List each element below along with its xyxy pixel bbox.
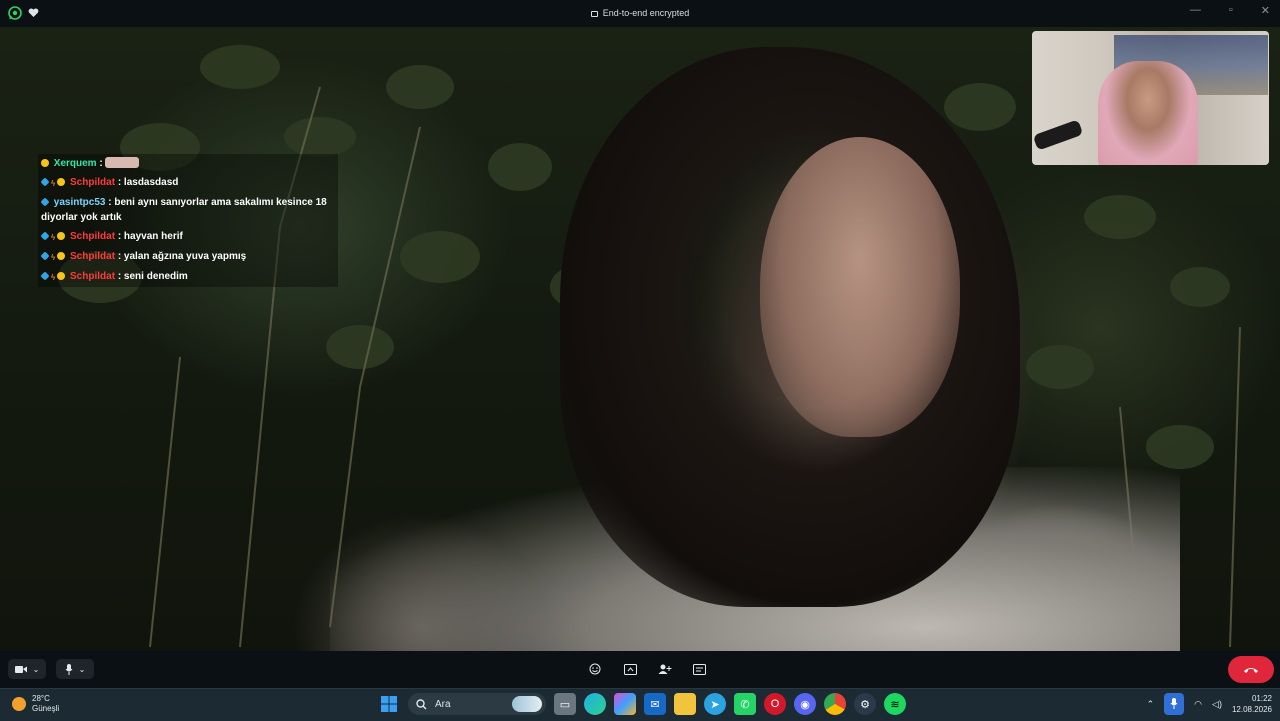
clock-date: 12.08.2026 — [1231, 705, 1272, 714]
chevron-down-icon: ⌄ — [32, 664, 40, 674]
bits-badge-icon — [57, 232, 66, 240]
chat-username: Schpildat — [70, 177, 116, 188]
fire-badge-icon: ϟ — [51, 233, 56, 242]
clock-time: 01:22 — [1251, 694, 1272, 703]
weather-temp: 28°C — [32, 694, 50, 703]
chrome-icon[interactable] — [824, 693, 846, 715]
telegram-icon[interactable]: ➤ — [704, 693, 726, 715]
weather-widget[interactable]: 28°C Güneşli — [12, 694, 59, 714]
minimize-icon[interactable]: — — [1190, 4, 1201, 17]
taskbar-search[interactable]: Ara — [408, 693, 546, 715]
files-folder-icon[interactable] — [674, 693, 696, 715]
search-highlight-image — [512, 696, 542, 712]
fire-badge-icon: ϟ — [51, 273, 56, 282]
mic-toggle-button[interactable]: ⌄ — [56, 659, 94, 679]
chat-text: : hayvan herif — [117, 231, 183, 242]
volume-icon[interactable]: ◁) — [1212, 699, 1222, 710]
chat-message: yasintpc53 : beni aynı sanıyorlar ama sa… — [38, 193, 338, 227]
sub-badge-icon — [40, 177, 50, 187]
emoji-icon — [589, 663, 601, 675]
chat-message: ϟ Schpildat : yalan ağzına yuva yapmış — [38, 247, 338, 267]
outlook-icon[interactable]: ✉ — [644, 693, 666, 715]
screen-share-button[interactable] — [621, 659, 639, 679]
sun-icon — [12, 697, 26, 711]
chat-message: Xerquem : — [38, 154, 338, 173]
redacted-message — [105, 157, 140, 168]
microphone-arm — [1032, 119, 1084, 151]
emoji-button[interactable] — [586, 659, 604, 679]
sub-badge-icon — [40, 197, 50, 207]
clock[interactable]: 01:22 12.08.2026 — [1232, 693, 1272, 715]
chat-username: Xerquem — [53, 158, 97, 169]
close-icon[interactable]: ✕ — [1261, 4, 1270, 17]
sub-badge-icon — [40, 251, 50, 261]
discord-icon[interactable]: ◉ — [794, 693, 816, 715]
chat-username: Schpildat — [70, 231, 116, 242]
edge-icon[interactable] — [584, 693, 606, 715]
whatsapp-taskbar-icon[interactable]: ✆ — [734, 693, 756, 715]
lock-icon — [590, 11, 598, 17]
encryption-label: End-to-end encrypted — [0, 8, 1280, 18]
taskbar-apps: Ara ▭ ✉ ➤ ✆ O ◉ ⚙ ≋ — [378, 693, 906, 715]
sub-badge-icon — [40, 231, 50, 241]
camera-icon — [14, 665, 27, 673]
face — [760, 137, 960, 437]
chevron-down-icon: ⌄ — [78, 664, 86, 674]
opera-icon[interactable]: O — [764, 693, 786, 715]
windows-start-icon[interactable] — [378, 693, 400, 715]
call-controls-bar: ⌄ ⌄ — [0, 651, 1280, 688]
copilot-icon[interactable] — [614, 693, 636, 715]
fire-badge-icon: ϟ — [51, 179, 56, 188]
stream-chat-overlay: Xerquem : ϟ Schpildat : lasdasdasd yasin… — [38, 154, 338, 287]
self-video-preview[interactable] — [1032, 31, 1269, 165]
fire-badge-icon: ϟ — [51, 253, 56, 262]
captions-button[interactable] — [690, 659, 708, 679]
mic-in-use-icon[interactable] — [1164, 693, 1185, 715]
self-person — [1098, 61, 1198, 165]
add-participant-icon — [658, 664, 672, 674]
mic-icon — [65, 663, 73, 675]
search-placeholder: Ara — [435, 698, 451, 710]
chevron-up-icon[interactable]: ⌃ — [1147, 699, 1155, 710]
window-title: End-to-end encrypted — [602, 8, 690, 18]
window-controls: — ▫ ✕ — [1190, 4, 1270, 17]
captions-icon — [692, 663, 706, 675]
chat-message: ϟ Schpildat : lasdasdasd — [38, 173, 338, 193]
spotify-icon[interactable]: ≋ — [884, 693, 906, 715]
chat-text: : lasdasdasd — [117, 177, 179, 188]
weather-condition: Güneşli — [32, 704, 60, 713]
maximize-icon[interactable]: ▫ — [1229, 4, 1233, 17]
add-participant-button[interactable] — [656, 659, 674, 679]
chat-text: : yalan ağzına yuva yapmış — [117, 251, 247, 262]
chat-message: ϟ Schpildat : seni denedim — [38, 267, 338, 287]
phone-hangup-icon — [1244, 667, 1258, 673]
wifi-icon[interactable]: ◠ — [1194, 699, 1202, 710]
sub-badge-icon — [40, 271, 50, 281]
chat-text: : seni denedim — [117, 271, 188, 282]
end-call-button[interactable] — [1228, 656, 1274, 683]
bits-badge-icon — [57, 252, 66, 260]
chat-username: yasintpc53 — [53, 197, 106, 208]
bits-badge-icon — [57, 178, 66, 186]
windows-taskbar: 28°C Güneşli Ara ▭ ✉ ➤ ✆ O ◉ ⚙ ≋ ⌃ ◠ ◁) — [0, 688, 1280, 721]
chat-username: Schpildat — [70, 251, 116, 262]
steam-icon[interactable]: ⚙ — [854, 693, 876, 715]
camera-toggle-button[interactable]: ⌄ — [8, 659, 46, 679]
file-explorer-icon[interactable]: ▭ — [554, 693, 576, 715]
bits-badge-icon — [41, 159, 49, 167]
title-bar: End-to-end encrypted — ▫ ✕ — [0, 0, 1280, 27]
bits-badge-icon — [57, 272, 66, 280]
system-tray: ⌃ ◠ ◁) 01:22 12.08.2026 — [1147, 693, 1272, 715]
chat-message: ϟ Schpildat : hayvan herif — [38, 227, 338, 247]
search-icon — [416, 698, 427, 709]
chat-username: Schpildat — [70, 271, 116, 282]
screen-share-icon — [623, 663, 637, 675]
